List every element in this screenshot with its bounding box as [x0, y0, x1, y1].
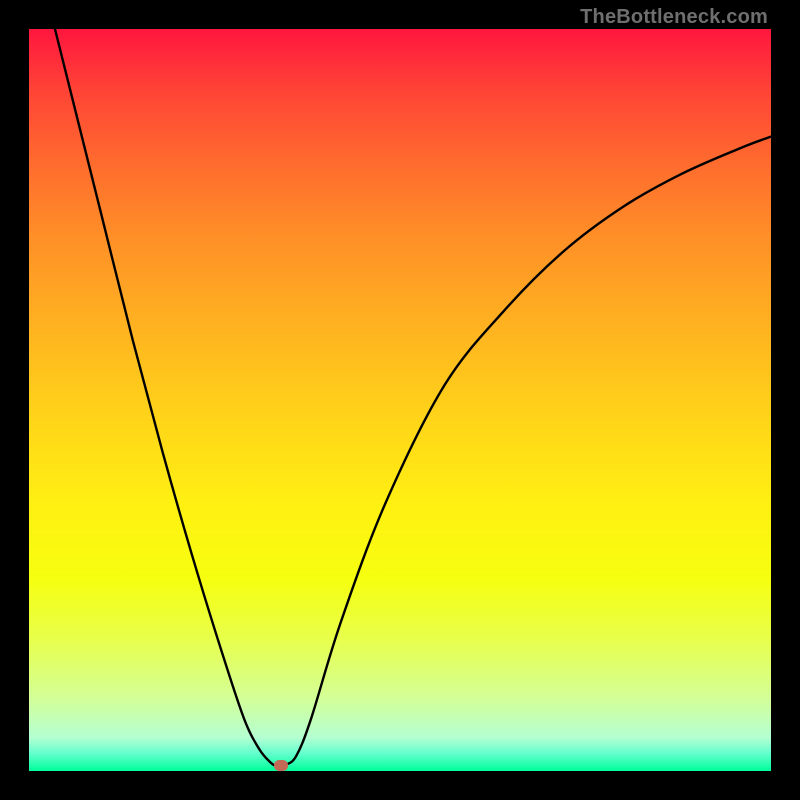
chart-frame: TheBottleneck.com	[0, 0, 800, 800]
attribution-text: TheBottleneck.com	[580, 6, 768, 29]
bottleneck-curve	[55, 29, 771, 767]
curve-svg	[29, 29, 771, 771]
plot-area	[29, 29, 771, 771]
optimum-marker	[274, 760, 288, 771]
